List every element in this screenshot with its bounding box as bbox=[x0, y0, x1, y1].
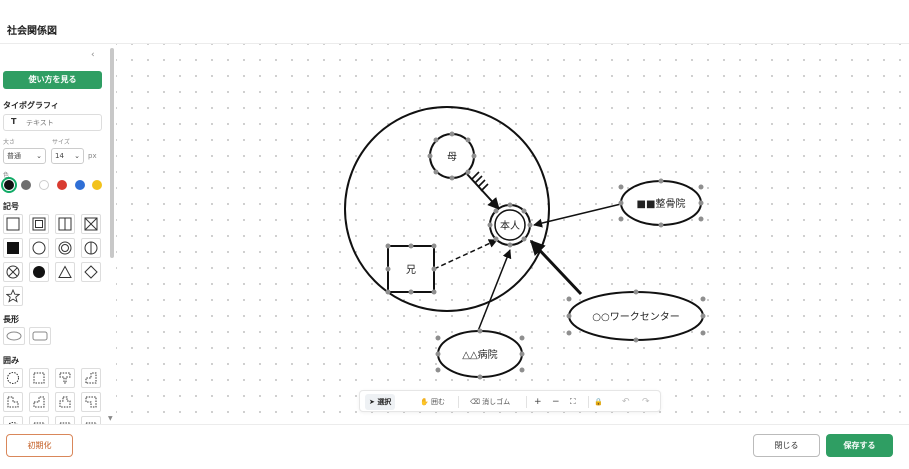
dashed-circle-enclosure[interactable] bbox=[3, 368, 23, 388]
typography-heading: タイポグラフィ bbox=[3, 101, 59, 110]
text-tool[interactable]: T bbox=[3, 114, 102, 131]
redo-icon[interactable]: ↷ bbox=[642, 394, 650, 410]
how-to-use-button[interactable]: 使い方を見る bbox=[3, 71, 102, 89]
work-center-node[interactable]: ○○ワークセンター bbox=[568, 291, 704, 341]
chevron-down-icon: ⌄ bbox=[74, 152, 80, 160]
clinic-node-label: ■■整骨院 bbox=[637, 197, 686, 210]
dashed-square-enclosure[interactable] bbox=[29, 368, 49, 388]
canvas-toolbar: ➤ 選択 ✋ 囲む ⌫ 消しゴム + − ⛶ 🔒 ↶ ↷ bbox=[359, 390, 661, 412]
diamond-symbol[interactable] bbox=[81, 262, 101, 282]
fontsize-unit: px bbox=[88, 152, 97, 160]
select-tool-label: 選択 bbox=[377, 398, 392, 406]
crossed-circle-symbol[interactable] bbox=[3, 262, 23, 282]
clinic-to-self-connection[interactable] bbox=[533, 203, 622, 228]
footer-bar: 初期化 閉じる 保存する bbox=[0, 424, 909, 469]
ecomap-diagram[interactable]: 本人 母 兄 ■■整骨院 ○○ワークセンター △△病院 bbox=[116, 44, 901, 424]
double-square-symbol[interactable] bbox=[29, 214, 49, 234]
page-title: 社会関係図 bbox=[7, 26, 57, 37]
hospital-node-label: △△病院 bbox=[462, 348, 497, 361]
brother-node-label: 兄 bbox=[406, 264, 416, 276]
color-swatch-gray[interactable] bbox=[21, 180, 31, 190]
symbols-heading: 記号 bbox=[3, 202, 19, 211]
mother-to-self-connection[interactable] bbox=[466, 171, 500, 210]
toolbar-divider bbox=[526, 396, 527, 408]
toolbar-divider bbox=[458, 396, 459, 408]
zoom-out-icon[interactable]: − bbox=[552, 394, 560, 410]
toolbar-divider bbox=[588, 396, 589, 408]
enclose-tool-label: 囲む bbox=[430, 398, 445, 406]
double-circle-symbol[interactable] bbox=[55, 238, 75, 258]
dashed-shape-enclosure[interactable] bbox=[81, 392, 101, 412]
fontsize-label: サイズ bbox=[52, 139, 70, 146]
split-circle-symbol[interactable] bbox=[81, 238, 101, 258]
brother-to-self-connection[interactable] bbox=[433, 239, 498, 270]
workcenter-to-self-connection[interactable] bbox=[529, 239, 583, 296]
app-header: 社会関係図 bbox=[0, 0, 909, 44]
color-swatch-red[interactable] bbox=[57, 180, 67, 190]
cursor-icon: ➤ bbox=[369, 398, 375, 406]
tool-sidebar: ‹ ▼ 使い方を見る タイポグラフィ T 大さ サイズ 普通 ⌄ 14 ⌄ px… bbox=[0, 44, 116, 424]
color-label: 色 bbox=[3, 172, 10, 179]
color-swatch-blue[interactable] bbox=[75, 180, 85, 190]
eraser-icon: ⌫ bbox=[470, 398, 480, 406]
hand-icon: ✋ bbox=[420, 398, 429, 406]
triangle-symbol[interactable] bbox=[55, 262, 75, 282]
square-symbol[interactable] bbox=[3, 214, 23, 234]
color-swatch-black[interactable] bbox=[1, 177, 17, 193]
color-swatch-white[interactable] bbox=[39, 180, 49, 190]
brother-node[interactable]: 兄 bbox=[387, 245, 435, 293]
eraser-tool-label: 消しゴム bbox=[482, 398, 511, 406]
size-select[interactable]: 普通 ⌄ bbox=[3, 148, 46, 164]
clinic-node[interactable]: ■■整骨院 bbox=[620, 180, 702, 226]
mother-node-label: 母 bbox=[447, 151, 457, 163]
enclosures-heading: 囲み bbox=[3, 356, 19, 365]
dashed-shape-enclosure[interactable] bbox=[55, 392, 75, 412]
text-input[interactable] bbox=[26, 116, 100, 129]
work-center-node-label: ○○ワークセンター bbox=[592, 311, 679, 323]
rounded-rectangle-shape[interactable] bbox=[29, 327, 51, 345]
close-button[interactable]: 閉じる bbox=[753, 434, 820, 457]
eraser-tool[interactable]: ⌫ 消しゴム bbox=[466, 394, 514, 410]
hospital-to-self-connection[interactable] bbox=[477, 249, 512, 332]
split-square-symbol[interactable] bbox=[55, 214, 75, 234]
reset-button[interactable]: 初期化 bbox=[6, 434, 73, 457]
filled-circle-symbol[interactable] bbox=[29, 262, 49, 282]
size-select-value: 普通 bbox=[7, 152, 21, 160]
dashed-shape-enclosure[interactable] bbox=[55, 368, 75, 388]
crossed-square-symbol[interactable] bbox=[81, 214, 101, 234]
undo-icon[interactable]: ↶ bbox=[622, 394, 630, 410]
dashed-shape-enclosure[interactable] bbox=[81, 416, 101, 424]
fontsize-select[interactable]: 14 ⌄ bbox=[51, 148, 84, 164]
rectangles-heading: 長形 bbox=[3, 315, 19, 324]
star-symbol[interactable] bbox=[3, 286, 23, 306]
dashed-shape-enclosure[interactable] bbox=[3, 392, 23, 412]
dashed-shape-enclosure[interactable] bbox=[29, 416, 49, 424]
fontsize-select-value: 14 bbox=[55, 152, 64, 160]
sidebar-scrollbar[interactable] bbox=[110, 48, 114, 258]
text-icon: T bbox=[11, 117, 17, 126]
lock-icon[interactable]: 🔒 bbox=[594, 394, 603, 410]
zoom-in-icon[interactable]: + bbox=[534, 394, 542, 410]
dashed-shape-enclosure[interactable] bbox=[81, 368, 101, 388]
hospital-node[interactable]: △△病院 bbox=[437, 330, 523, 378]
filled-square-symbol[interactable] bbox=[3, 238, 23, 258]
self-node-label: 本人 bbox=[500, 219, 520, 232]
save-button[interactable]: 保存する bbox=[826, 434, 893, 457]
collapse-sidebar-icon[interactable]: ‹ bbox=[91, 50, 95, 60]
select-tool[interactable]: ➤ 選択 bbox=[365, 394, 396, 410]
dashed-shape-enclosure[interactable] bbox=[29, 392, 49, 412]
circle-symbol[interactable] bbox=[29, 238, 49, 258]
enclose-tool[interactable]: ✋ 囲む bbox=[416, 394, 449, 410]
size-label: 大さ bbox=[3, 139, 16, 146]
scroll-down-icon[interactable]: ▼ bbox=[108, 415, 113, 422]
color-swatch-yellow[interactable] bbox=[92, 180, 102, 190]
ellipse-shape[interactable] bbox=[3, 327, 25, 345]
chevron-down-icon: ⌄ bbox=[36, 152, 42, 160]
dashed-circle-enclosure[interactable] bbox=[3, 416, 23, 424]
dashed-shape-enclosure[interactable] bbox=[55, 416, 75, 424]
fit-view-icon[interactable]: ⛶ bbox=[570, 394, 576, 410]
